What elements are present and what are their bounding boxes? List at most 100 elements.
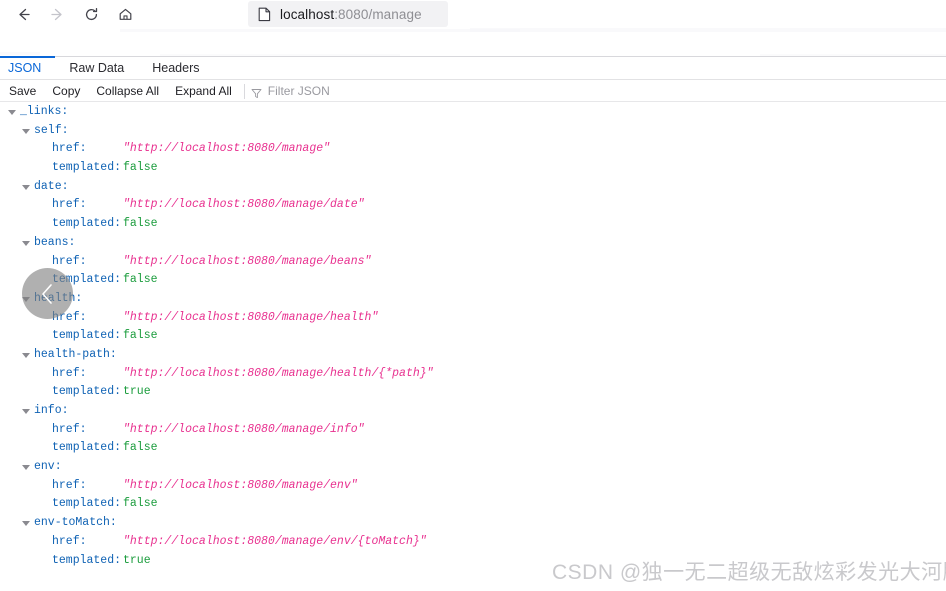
chevron-down-icon[interactable] bbox=[22, 240, 30, 246]
chevron-down-icon[interactable] bbox=[22, 184, 30, 190]
tab-headers-label: Headers bbox=[152, 61, 200, 75]
filter-funnel-icon bbox=[251, 86, 262, 98]
json-node-group[interactable]: env-toMatch: bbox=[0, 514, 946, 533]
json-key-href: href: bbox=[52, 478, 87, 492]
chevron-down-icon[interactable] bbox=[22, 352, 30, 358]
navigation-buttons bbox=[0, 1, 142, 27]
json-key-group: health-path: bbox=[34, 347, 117, 361]
json-value-templated: false bbox=[123, 273, 158, 287]
chevron-down-icon[interactable] bbox=[22, 465, 30, 471]
json-property-templated: templated: false bbox=[0, 495, 946, 514]
toolbar-divider bbox=[243, 83, 245, 99]
expand-all-button[interactable]: Expand All bbox=[167, 84, 240, 98]
json-node-group[interactable]: health-path: bbox=[0, 346, 946, 365]
json-key-templated: templated: bbox=[52, 441, 122, 455]
json-property-href: href: "http://localhost:8080/manage/healt… bbox=[0, 309, 946, 328]
home-icon bbox=[117, 6, 134, 23]
json-tree-entries: self: href: "http://localhost:8080/manage"… bbox=[0, 122, 946, 571]
json-value-href: "http://localhost:8080/manage" bbox=[123, 142, 331, 156]
json-value-templated: false bbox=[123, 161, 158, 175]
filter-json-placeholder: Filter JSON bbox=[267, 84, 330, 98]
json-property-templated: templated: true bbox=[0, 383, 946, 402]
json-value-href: "http://localhost:8080/manage/health/{*p… bbox=[123, 366, 434, 380]
chevron-down-icon[interactable] bbox=[8, 110, 16, 115]
json-property-href: href: "http://localhost:8080/manage/healt… bbox=[0, 365, 946, 384]
json-key-templated: templated: bbox=[52, 217, 122, 231]
address-bar[interactable]: localhost:8080/manage bbox=[248, 1, 448, 27]
json-key-href: href: bbox=[52, 142, 87, 156]
chevron-down-icon[interactable] bbox=[22, 409, 30, 414]
json-value-templated: false bbox=[123, 329, 158, 343]
json-key-href: href: bbox=[52, 198, 87, 212]
json-key-group: beans: bbox=[34, 235, 76, 249]
chevron-down-icon[interactable] bbox=[22, 128, 30, 134]
save-button[interactable]: Save bbox=[0, 84, 44, 98]
tab-raw-data[interactable]: Raw Data bbox=[55, 57, 138, 79]
json-key-group: info: bbox=[34, 404, 69, 417]
tab-json[interactable]: JSON bbox=[0, 56, 56, 79]
json-key-href: href: bbox=[52, 534, 87, 548]
json-property-href: href: "http://localhost:8080/manage" bbox=[0, 140, 946, 159]
json-value-href: "http://localhost:8080/manage/env" bbox=[123, 478, 358, 492]
json-value-templated: false bbox=[123, 497, 158, 511]
sidebar-collapse-handle[interactable] bbox=[22, 268, 73, 319]
forward-button bbox=[40, 1, 74, 27]
reload-icon bbox=[83, 6, 100, 23]
json-value-href: "http://localhost:8080/manage/health" bbox=[123, 310, 379, 324]
json-value-href: "http://localhost:8080/manage/info" bbox=[123, 422, 365, 436]
json-key-href: href: bbox=[52, 422, 87, 436]
json-property-href: href: "http://localhost:8080/manage/env/{… bbox=[0, 533, 946, 552]
filter-json-input[interactable]: Filter JSON bbox=[251, 84, 330, 98]
json-node-group[interactable]: beans: bbox=[0, 234, 946, 253]
browser-toolbar: localhost:8080/manage bbox=[0, 0, 946, 28]
json-node-group[interactable]: info: bbox=[0, 402, 946, 421]
blank-overlay-band bbox=[0, 28, 946, 57]
json-viewer-tabs: JSON Raw Data Headers bbox=[0, 56, 946, 80]
collapse-all-button[interactable]: Collapse All bbox=[88, 84, 167, 98]
json-key-templated: templated: bbox=[52, 385, 122, 399]
json-node-group[interactable]: health: bbox=[0, 290, 946, 309]
json-value-templated: false bbox=[123, 217, 158, 231]
json-node-group[interactable]: date: bbox=[0, 178, 946, 197]
csdn-watermark: CSDN @独一无二超级无敌炫彩发光大河豚 bbox=[552, 561, 946, 584]
json-value-href: "http://localhost:8080/manage/date" bbox=[123, 198, 365, 212]
json-node-root[interactable]: _links: bbox=[0, 103, 946, 122]
chevron-down-icon[interactable] bbox=[22, 521, 30, 527]
json-value-templated: true bbox=[123, 385, 151, 399]
smudge-mark bbox=[0, 52, 40, 55]
json-key-group: env: bbox=[34, 460, 62, 474]
json-node-group[interactable]: self: bbox=[0, 122, 946, 141]
json-property-href: href: "http://localhost:8080/manage/info" bbox=[0, 421, 946, 440]
tab-raw-data-label: Raw Data bbox=[69, 61, 125, 75]
smudge-mark bbox=[120, 29, 520, 32]
tab-json-label: JSON bbox=[8, 61, 42, 75]
json-property-href: href: "http://localhost:8080/manage/env" bbox=[0, 477, 946, 496]
json-key-group: date: bbox=[34, 179, 69, 193]
json-key-group: env-toMatch: bbox=[34, 516, 117, 530]
back-button[interactable] bbox=[6, 1, 40, 27]
chevron-left-icon bbox=[37, 282, 59, 306]
json-property-templated: templated: false bbox=[0, 439, 946, 458]
json-property-templated: templated: false bbox=[0, 327, 946, 346]
json-key-templated: templated: bbox=[52, 553, 122, 567]
json-key-href: href: bbox=[52, 366, 87, 380]
arrow-right-icon bbox=[49, 6, 66, 23]
address-bar-text: localhost:8080/manage bbox=[280, 7, 422, 22]
json-value-templated: false bbox=[123, 441, 158, 455]
page-document-icon bbox=[258, 7, 271, 22]
json-key-href: href: bbox=[52, 254, 87, 268]
url-host: localhost bbox=[280, 6, 335, 22]
reload-button[interactable] bbox=[74, 1, 108, 27]
json-property-href: href: "http://localhost:8080/manage/date" bbox=[0, 196, 946, 215]
browser-window: localhost:8080/manage JSON Raw Data Head… bbox=[0, 0, 946, 591]
json-value-templated: true bbox=[123, 553, 151, 567]
tab-headers[interactable]: Headers bbox=[138, 57, 213, 79]
json-tree: _links: self: href: "http://localhost:8080… bbox=[0, 103, 946, 591]
json-value-href: "http://localhost:8080/manage/beans" bbox=[123, 254, 372, 268]
url-path: :8080/manage bbox=[334, 6, 422, 22]
json-node-group[interactable]: env: bbox=[0, 458, 946, 477]
home-button[interactable] bbox=[108, 1, 142, 27]
json-property-href: href: "http://localhost:8080/manage/beans… bbox=[0, 253, 946, 272]
copy-button[interactable]: Copy bbox=[44, 84, 88, 98]
json-property-templated: templated: false bbox=[0, 159, 946, 178]
